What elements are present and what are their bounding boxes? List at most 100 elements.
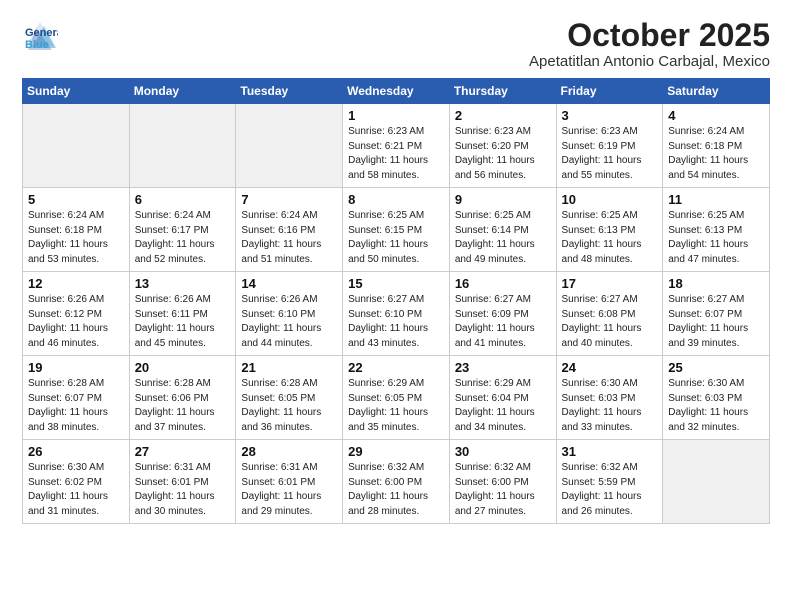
weekday-header-row: SundayMondayTuesdayWednesdayThursdayFrid… bbox=[23, 79, 770, 104]
day-info: Sunrise: 6:32 AM Sunset: 6:00 PM Dayligh… bbox=[348, 461, 444, 519]
calendar-cell: 31 Sunrise: 6:32 AM Sunset: 5:59 PM Dayli… bbox=[556, 440, 663, 524]
day-number: 19 bbox=[28, 360, 124, 375]
day-number: 14 bbox=[241, 276, 337, 291]
day-number: 1 bbox=[348, 108, 444, 123]
calendar-cell: 30Sunrise: 6:32 AM Sunset: 6:00 PM Dayli… bbox=[449, 440, 556, 524]
weekday-monday: Monday bbox=[129, 79, 236, 104]
weekday-thursday: Thursday bbox=[449, 79, 556, 104]
week-row-5: 26Sunrise: 6:30 AM Sunset: 6:02 PM Dayli… bbox=[23, 440, 770, 524]
day-info: Sunrise: 6:32 AM Sunset: 6:00 PM Dayligh… bbox=[455, 461, 551, 519]
day-number: 2 bbox=[455, 108, 551, 123]
day-number: 17 bbox=[562, 276, 658, 291]
day-info: Sunrise: 6:30 AM Sunset: 6:03 PM Dayligh… bbox=[562, 377, 658, 435]
day-info: Sunrise: 6:23 AM Sunset: 6:21 PM Dayligh… bbox=[348, 125, 444, 183]
day-number: 27 bbox=[135, 444, 231, 459]
day-number: 25 bbox=[668, 360, 764, 375]
page: General Blue October 2025 Apetatitlan An… bbox=[0, 0, 792, 612]
calendar-cell: 12 Sunrise: 6:26 AM Sunset: 6:12 PM Dayli… bbox=[23, 272, 130, 356]
day-number: 3 bbox=[562, 108, 658, 123]
calendar-cell: 17 Sunrise: 6:27 AM Sunset: 6:08 PM Dayli… bbox=[556, 272, 663, 356]
calendar-cell: 21 Sunrise: 6:28 AM Sunset: 6:05 PM Dayli… bbox=[236, 356, 343, 440]
day-info: Sunrise: 6:32 AM Sunset: 5:59 PM Dayligh… bbox=[562, 461, 658, 519]
calendar-cell bbox=[23, 104, 130, 188]
day-number: 12 bbox=[28, 276, 124, 291]
day-info: Sunrise: 6:28 AM Sunset: 6:06 PM Dayligh… bbox=[135, 377, 231, 435]
week-row-4: 19 Sunrise: 6:28 AM Sunset: 6:07 PM Dayli… bbox=[23, 356, 770, 440]
calendar-cell bbox=[663, 440, 770, 524]
day-info: Sunrise: 6:27 AM Sunset: 6:08 PM Dayligh… bbox=[562, 293, 658, 351]
calendar-cell: 6 Sunrise: 6:24 AM Sunset: 6:17 PM Daylig… bbox=[129, 188, 236, 272]
day-number: 15 bbox=[348, 276, 444, 291]
week-row-1: 1 Sunrise: 6:23 AM Sunset: 6:21 PM Daylig… bbox=[23, 104, 770, 188]
calendar-cell: 29 Sunrise: 6:32 AM Sunset: 6:00 PM Dayli… bbox=[343, 440, 450, 524]
location: Apetatitlan Antonio Carbajal, Mexico bbox=[529, 53, 770, 70]
day-info: Sunrise: 6:25 AM Sunset: 6:14 PM Dayligh… bbox=[455, 209, 551, 267]
day-number: 22 bbox=[348, 360, 444, 375]
day-info: Sunrise: 6:24 AM Sunset: 6:17 PM Dayligh… bbox=[135, 209, 231, 267]
day-number: 5 bbox=[28, 192, 124, 207]
week-row-2: 5Sunrise: 6:24 AM Sunset: 6:18 PM Daylig… bbox=[23, 188, 770, 272]
calendar-cell: 20 Sunrise: 6:28 AM Sunset: 6:06 PM Dayli… bbox=[129, 356, 236, 440]
day-info: Sunrise: 6:26 AM Sunset: 6:10 PM Dayligh… bbox=[241, 293, 337, 351]
weekday-sunday: Sunday bbox=[23, 79, 130, 104]
day-number: 4 bbox=[668, 108, 764, 123]
weekday-saturday: Saturday bbox=[663, 79, 770, 104]
calendar-cell: 2 Sunrise: 6:23 AM Sunset: 6:20 PM Daylig… bbox=[449, 104, 556, 188]
day-number: 6 bbox=[135, 192, 231, 207]
svg-text:Blue: Blue bbox=[25, 39, 49, 51]
day-info: Sunrise: 6:31 AM Sunset: 6:01 PM Dayligh… bbox=[135, 461, 231, 519]
day-info: Sunrise: 6:23 AM Sunset: 6:19 PM Dayligh… bbox=[562, 125, 658, 183]
calendar-cell: 25Sunrise: 6:30 AM Sunset: 6:03 PM Dayli… bbox=[663, 356, 770, 440]
day-number: 18 bbox=[668, 276, 764, 291]
day-number: 21 bbox=[241, 360, 337, 375]
calendar-cell: 11 Sunrise: 6:25 AM Sunset: 6:13 PM Dayli… bbox=[663, 188, 770, 272]
day-number: 28 bbox=[241, 444, 337, 459]
day-info: Sunrise: 6:25 AM Sunset: 6:13 PM Dayligh… bbox=[668, 209, 764, 267]
day-number: 13 bbox=[135, 276, 231, 291]
day-info: Sunrise: 6:30 AM Sunset: 6:02 PM Dayligh… bbox=[28, 461, 124, 519]
calendar-cell: 14 Sunrise: 6:26 AM Sunset: 6:10 PM Dayli… bbox=[236, 272, 343, 356]
day-info: Sunrise: 6:24 AM Sunset: 6:18 PM Dayligh… bbox=[668, 125, 764, 183]
weekday-wednesday: Wednesday bbox=[343, 79, 450, 104]
calendar-cell: 19 Sunrise: 6:28 AM Sunset: 6:07 PM Dayli… bbox=[23, 356, 130, 440]
day-info: Sunrise: 6:28 AM Sunset: 6:07 PM Dayligh… bbox=[28, 377, 124, 435]
day-number: 24 bbox=[562, 360, 658, 375]
day-info: Sunrise: 6:29 AM Sunset: 6:05 PM Dayligh… bbox=[348, 377, 444, 435]
logo: General Blue bbox=[22, 18, 58, 54]
calendar-cell: 27 Sunrise: 6:31 AM Sunset: 6:01 PM Dayli… bbox=[129, 440, 236, 524]
calendar-cell bbox=[129, 104, 236, 188]
day-info: Sunrise: 6:28 AM Sunset: 6:05 PM Dayligh… bbox=[241, 377, 337, 435]
calendar-cell: 1 Sunrise: 6:23 AM Sunset: 6:21 PM Daylig… bbox=[343, 104, 450, 188]
calendar-cell: 4 Sunrise: 6:24 AM Sunset: 6:18 PM Daylig… bbox=[663, 104, 770, 188]
day-info: Sunrise: 6:31 AM Sunset: 6:01 PM Dayligh… bbox=[241, 461, 337, 519]
title-block: October 2025 Apetatitlan Antonio Carbaja… bbox=[529, 18, 770, 70]
day-info: Sunrise: 6:27 AM Sunset: 6:07 PM Dayligh… bbox=[668, 293, 764, 351]
day-number: 31 bbox=[562, 444, 658, 459]
day-info: Sunrise: 6:24 AM Sunset: 6:16 PM Dayligh… bbox=[241, 209, 337, 267]
day-info: Sunrise: 6:27 AM Sunset: 6:10 PM Dayligh… bbox=[348, 293, 444, 351]
calendar-cell: 3 Sunrise: 6:23 AM Sunset: 6:19 PM Daylig… bbox=[556, 104, 663, 188]
day-info: Sunrise: 6:26 AM Sunset: 6:12 PM Dayligh… bbox=[28, 293, 124, 351]
calendar-cell: 8 Sunrise: 6:25 AM Sunset: 6:15 PM Daylig… bbox=[343, 188, 450, 272]
calendar-cell: 5Sunrise: 6:24 AM Sunset: 6:18 PM Daylig… bbox=[23, 188, 130, 272]
calendar-cell: 16 Sunrise: 6:27 AM Sunset: 6:09 PM Dayli… bbox=[449, 272, 556, 356]
svg-text:General: General bbox=[25, 27, 58, 39]
day-info: Sunrise: 6:27 AM Sunset: 6:09 PM Dayligh… bbox=[455, 293, 551, 351]
calendar-cell: 10Sunrise: 6:25 AM Sunset: 6:13 PM Dayli… bbox=[556, 188, 663, 272]
calendar-table: SundayMondayTuesdayWednesdayThursdayFrid… bbox=[22, 78, 770, 524]
day-number: 10 bbox=[562, 192, 658, 207]
day-number: 29 bbox=[348, 444, 444, 459]
day-number: 11 bbox=[668, 192, 764, 207]
day-number: 7 bbox=[241, 192, 337, 207]
day-number: 20 bbox=[135, 360, 231, 375]
weekday-tuesday: Tuesday bbox=[236, 79, 343, 104]
calendar-cell: 23Sunrise: 6:29 AM Sunset: 6:04 PM Dayli… bbox=[449, 356, 556, 440]
day-number: 16 bbox=[455, 276, 551, 291]
day-number: 8 bbox=[348, 192, 444, 207]
header: General Blue October 2025 Apetatitlan An… bbox=[22, 18, 770, 70]
day-info: Sunrise: 6:23 AM Sunset: 6:20 PM Dayligh… bbox=[455, 125, 551, 183]
logo-icon: General Blue bbox=[22, 18, 58, 54]
day-number: 9 bbox=[455, 192, 551, 207]
day-info: Sunrise: 6:25 AM Sunset: 6:15 PM Dayligh… bbox=[348, 209, 444, 267]
calendar-cell: 24 Sunrise: 6:30 AM Sunset: 6:03 PM Dayli… bbox=[556, 356, 663, 440]
